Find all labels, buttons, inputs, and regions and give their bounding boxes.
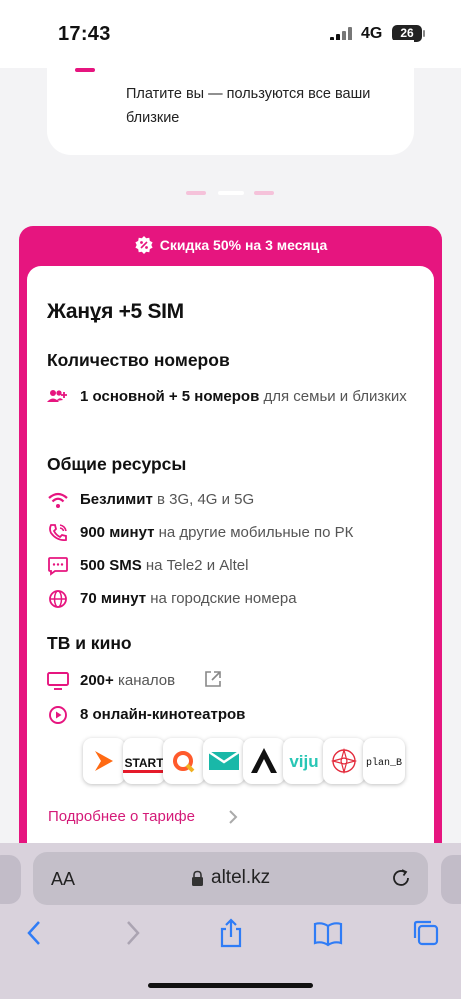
cinema-logo-ivi[interactable] [163, 738, 205, 784]
next-tab-peek[interactable] [441, 855, 461, 904]
discount-banner: Скидка 50% на 3 месяца [19, 235, 442, 259]
external-link-icon[interactable] [203, 669, 223, 689]
cinema-logo-okko[interactable] [203, 738, 245, 784]
phone-call-icon [49, 524, 67, 542]
chevron-right-icon[interactable] [227, 808, 239, 826]
carousel-dot[interactable] [186, 191, 206, 195]
page-settings-button[interactable]: AA [51, 869, 75, 890]
channels-bold: 200+ [80, 672, 114, 689]
carousel-dot[interactable] [254, 191, 274, 195]
cinemas-text: 8 онлайн-кинотеатров [80, 706, 246, 723]
feature-card-text: Платите вы — пользуются все ваши близкие [126, 86, 371, 126]
numbers-bold: 1 основной + 5 номеров [80, 388, 260, 405]
tariff-card: Скидка 50% на 3 месяца Жанұя +5 SIM Коли… [19, 226, 442, 876]
users-add-icon [47, 390, 67, 402]
cinema-logo-plan-b[interactable]: plan_B [363, 738, 405, 784]
resource-bold: 900 минут [80, 524, 155, 541]
numbers-rest: для семьи и близких [259, 388, 407, 405]
viju-logo-text: viju [289, 752, 318, 771]
browser-toolbar [0, 918, 461, 958]
tariff-details-link[interactable]: Подробнее о тарифе [48, 808, 195, 825]
address-bar[interactable]: AA altel.kz [33, 852, 428, 905]
resource-rest: на Tele2 и Altel [141, 557, 249, 574]
resource-bold: 500 SMS [80, 557, 142, 574]
plan-title: Жанұя +5 SIM [47, 300, 184, 323]
home-indicator [148, 983, 313, 988]
cinema-logo-start[interactable]: START [123, 738, 165, 784]
battery-tip [423, 30, 425, 37]
resource-rest: на другие мобильные по РК [154, 524, 354, 541]
resource-rest: на городские номера [146, 590, 297, 607]
carousel-dot-active[interactable] [218, 191, 244, 195]
globe-icon [49, 590, 67, 608]
start-logo-text: START [124, 756, 164, 770]
discount-label: Скидка 50% на 3 месяца [159, 237, 328, 253]
bookmarks-icon[interactable] [313, 918, 343, 948]
cinema-logo-kinom[interactable] [323, 738, 365, 784]
resource-rest: в 3G, 4G и 5G [152, 491, 255, 508]
feature-card: Платите вы — пользуются все ваши близкие [47, 40, 414, 155]
reload-icon[interactable] [390, 867, 412, 889]
cinema-logo-kinopoisk[interactable] [83, 738, 125, 784]
previous-tab-peek[interactable] [0, 855, 21, 904]
sms-icon [48, 557, 68, 576]
resources-section-title: Общие ресурсы [47, 454, 187, 474]
wifi-icon [48, 492, 68, 508]
tabs-icon[interactable] [411, 918, 441, 948]
browser-chrome: AA altel.kz [0, 843, 461, 999]
cinema-logo-viju[interactable]: viju [283, 738, 325, 784]
share-icon[interactable] [216, 918, 246, 948]
tv-section-title: ТВ и кино [47, 633, 132, 653]
plan-b-logo-text: plan_B [366, 757, 402, 769]
lock-icon [192, 870, 203, 886]
url-text[interactable]: altel.kz [211, 867, 270, 889]
cinema-logo-amediateka[interactable] [243, 738, 285, 784]
play-circle-icon [49, 706, 67, 724]
back-icon[interactable] [20, 918, 50, 948]
discount-badge-icon [135, 236, 153, 254]
forward-icon[interactable] [117, 918, 147, 948]
resource-bold: Безлимит [80, 491, 153, 508]
numbers-row: 1 основной + 5 номеров для семьи и близк… [47, 385, 427, 433]
tv-icon [47, 672, 69, 690]
feature-card-icon [75, 68, 95, 72]
channels-rest: каналов [113, 672, 176, 689]
resource-bold: 70 минут [80, 590, 147, 607]
tariff-details: Жанұя +5 SIM Количество номеров 1 основн… [27, 266, 434, 876]
cinema-logos: START viju plan_B [83, 738, 405, 784]
numbers-section-title: Количество номеров [47, 350, 230, 370]
